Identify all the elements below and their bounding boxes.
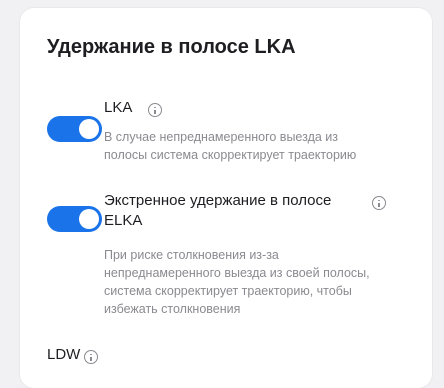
- info-icon[interactable]: [148, 103, 162, 117]
- toggle-knob: [79, 209, 99, 229]
- elka-description-line: При риске столкновения из-за: [104, 248, 279, 262]
- lane-keeping-card: Удержание в полосе LKA LKA В случае непр…: [20, 8, 432, 388]
- ldw-label: LDW: [47, 346, 81, 363]
- section-title: Удержание в полосе LKA: [47, 36, 296, 58]
- elka-description-line: избежать столкновения: [104, 302, 241, 316]
- lka-toggle[interactable]: [47, 116, 102, 142]
- lka-description-line: В случае непреднамеренного выезда из: [104, 130, 339, 144]
- elka-description: При риске столкновения из-за непреднамер…: [104, 246, 370, 318]
- toggle-knob: [79, 119, 99, 139]
- info-icon[interactable]: [372, 196, 386, 210]
- elka-description-line: непреднамеренного выезда из своей полосы…: [104, 266, 370, 280]
- info-icon[interactable]: [84, 350, 98, 364]
- lka-label: LKA: [104, 99, 133, 116]
- lka-description-line: полосы система скорректирует траекторию: [104, 148, 357, 162]
- lka-description: В случае непреднамеренного выезда из пол…: [104, 128, 356, 164]
- elka-label-line: Экстренное удержание в полосе: [104, 192, 332, 209]
- elka-label-line: ELKA: [104, 212, 143, 229]
- elka-label: Экстренное удержание в полосе ELKA: [104, 191, 331, 231]
- elka-description-line: система скорректирует траекторию, чтобы: [104, 284, 352, 298]
- elka-toggle[interactable]: [47, 206, 102, 232]
